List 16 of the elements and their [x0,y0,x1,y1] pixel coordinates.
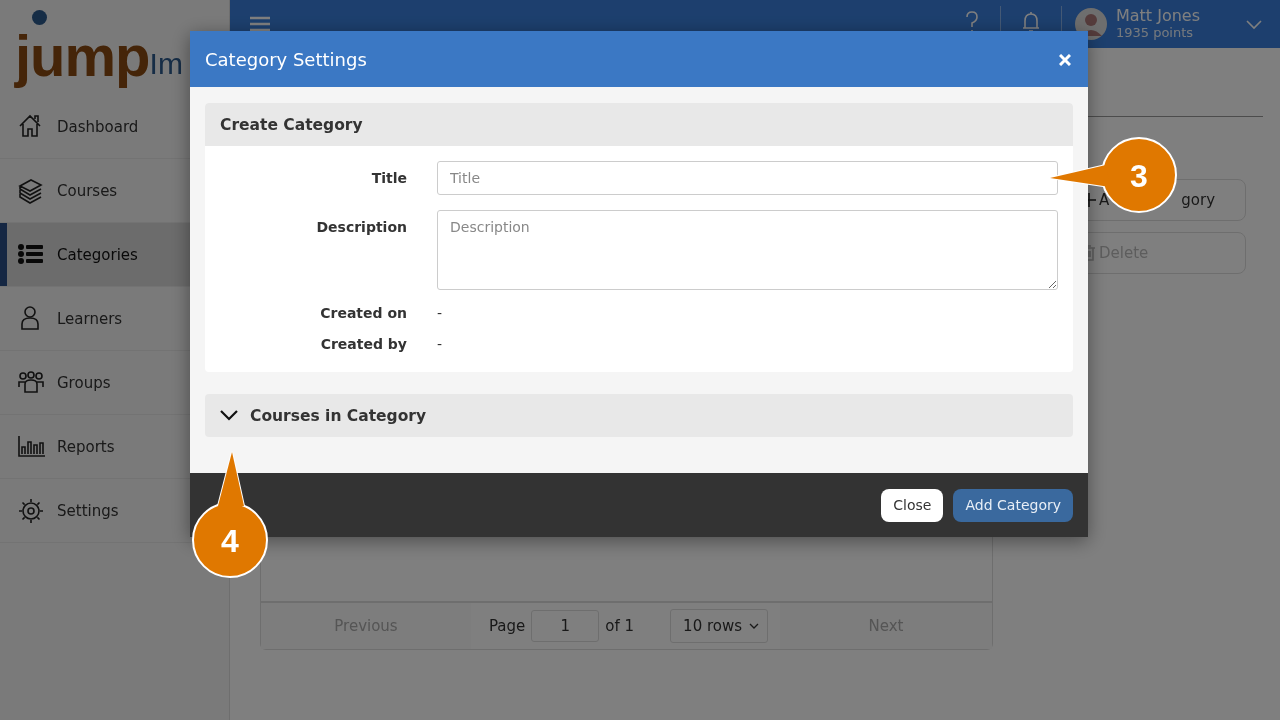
field-value: - [437,305,444,321]
field-label: Description [315,218,407,235]
callout-number: 3 [1130,158,1148,194]
logo-text: jump [15,27,150,90]
modal-title: Category Settings [205,48,367,70]
collapsible-title: Courses in Category [250,406,427,425]
page-count: of 1 [605,617,635,635]
logo-text: Im [149,47,183,82]
field-label: Created by [319,336,407,352]
field-label: Title [370,169,407,186]
user-name: Matt Jones [1115,7,1200,25]
user-points: 1935 points [1115,25,1195,41]
page-label: Page [489,617,526,635]
field-label: Created on [319,305,407,321]
section-header: Create Category [205,103,1073,146]
field-value: - [437,336,444,352]
